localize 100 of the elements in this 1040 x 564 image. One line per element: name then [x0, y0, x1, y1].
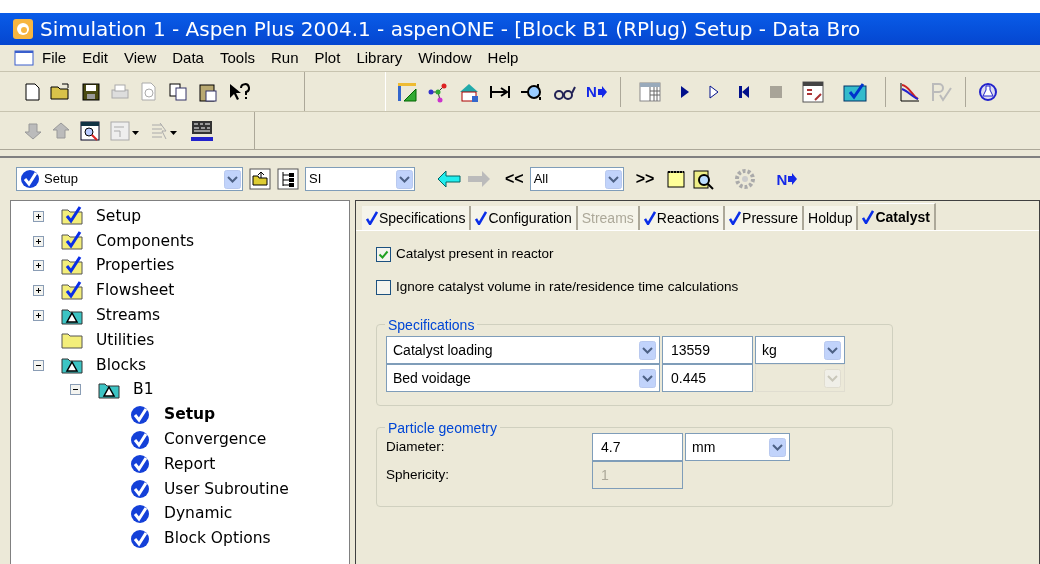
save-icon[interactable] — [82, 82, 100, 101]
expand-icon[interactable] — [33, 235, 44, 247]
expand-icon[interactable] — [33, 285, 44, 297]
plot-icon[interactable] — [898, 80, 921, 103]
dropdown-caret-icon[interactable] — [224, 169, 241, 189]
field-label: Sphericity: — [386, 465, 451, 484]
triangle-ruler-icon[interactable] — [396, 80, 418, 103]
tree-item[interactable]: Block Options — [163, 527, 272, 551]
run-icon[interactable] — [679, 84, 690, 99]
help-pointer-icon[interactable] — [228, 81, 250, 102]
open-folder-icon[interactable] — [50, 82, 72, 101]
dropdown-caret-icon[interactable] — [639, 340, 656, 360]
next-button[interactable]: N — [586, 84, 607, 99]
tree-item[interactable]: User Subroutine — [163, 477, 290, 501]
expand-icon[interactable] — [33, 260, 44, 272]
tree-item[interactable]: Convergence — [163, 427, 268, 452]
reinitialize-icon[interactable] — [737, 84, 750, 99]
option-dropdown[interactable]: Catalyst loading — [386, 336, 660, 364]
menu-item[interactable]: Tools — [211, 46, 263, 70]
layout-icon[interactable] — [110, 120, 140, 141]
arrow-icon — [596, 85, 607, 98]
unit-dropdown[interactable]: kg — [755, 336, 845, 364]
menu-item[interactable]: Run — [263, 46, 307, 70]
check-circle-icon — [129, 403, 151, 426]
check-circle-icon — [129, 428, 151, 451]
table-icon[interactable] — [638, 81, 661, 102]
check-circle-icon — [20, 169, 40, 189]
check-folder-icon — [61, 279, 83, 302]
input-field[interactable]: 13559 — [662, 336, 753, 364]
tab[interactable]: Specifications — [362, 206, 472, 230]
tree-view-icon[interactable] — [277, 168, 299, 190]
tab[interactable]: Catalyst — [858, 203, 936, 230]
dropdown-caret-icon[interactable] — [769, 437, 786, 457]
property-check-icon[interactable] — [929, 80, 952, 103]
checkbox-label: Ignore catalyst volume in rate/residence time calculations — [396, 277, 739, 296]
color-grid-icon[interactable] — [190, 119, 214, 142]
tree-item[interactable]: Streams — [95, 303, 162, 328]
menu-item[interactable]: Help — [479, 46, 527, 70]
expand-icon[interactable] — [33, 210, 44, 222]
check-folder-icon — [61, 230, 83, 253]
menu-item[interactable]: View — [116, 46, 165, 70]
menu-item[interactable]: Window — [410, 46, 480, 70]
checkbox[interactable] — [376, 246, 391, 262]
check-icon — [729, 211, 742, 225]
window-icon — [14, 50, 34, 66]
collapse-icon[interactable] — [70, 384, 81, 396]
step-icon[interactable] — [708, 84, 719, 99]
tab[interactable]: Pressure — [725, 206, 805, 230]
sort-icon[interactable] — [150, 120, 180, 141]
dropdown-caret-icon[interactable] — [604, 169, 622, 189]
new-document-icon[interactable] — [24, 82, 40, 101]
results-check-icon[interactable] — [842, 81, 867, 102]
next-form-button[interactable]: >> — [635, 167, 655, 191]
folder-dropdown[interactable]: Setup — [16, 167, 243, 191]
window-title: Simulation 1 - Aspen Plus 2004.1 - aspenONE - [Block B1 (RPlug) Setup - Data Bro — [40, 19, 861, 39]
menu-item[interactable]: Plot — [306, 46, 349, 70]
next-button[interactable]: N — [776, 171, 798, 187]
input-field[interactable]: 0.445 — [662, 364, 753, 392]
tree-item[interactable]: B1 — [132, 378, 155, 402]
copy-icon[interactable] — [168, 82, 188, 101]
tree-item[interactable]: Setup — [95, 204, 143, 228]
collapse-icon[interactable] — [33, 359, 44, 371]
menu-item[interactable]: Data — [164, 46, 212, 70]
units-dropdown[interactable]: SI — [305, 167, 415, 191]
filter-dropdown[interactable]: All — [529, 167, 624, 191]
tree-item[interactable]: Dynamic — [163, 502, 234, 526]
previous-button[interactable]: << — [505, 167, 524, 191]
menu-item[interactable]: Library — [348, 46, 411, 70]
dropdown-caret-icon[interactable] — [396, 169, 413, 189]
check-circle-icon — [129, 478, 151, 501]
check-icon — [643, 211, 656, 225]
dropdown-caret-icon[interactable] — [639, 368, 656, 388]
folder-up-icon[interactable] — [249, 168, 271, 190]
input-field: 1 — [592, 461, 683, 489]
menu-item[interactable]: Edit — [74, 46, 117, 70]
tab[interactable]: Configuration — [471, 206, 578, 230]
dropdown-caret-icon — [824, 368, 841, 388]
flask-icon[interactable] — [978, 80, 997, 103]
paste-icon[interactable] — [198, 81, 218, 102]
back-arrow-icon[interactable] — [437, 170, 461, 188]
tree-item[interactable]: Setup — [163, 403, 217, 427]
tree-item[interactable]: Properties — [95, 254, 176, 278]
tree-item[interactable]: Blocks — [95, 353, 147, 377]
tree-item[interactable]: Report — [163, 452, 217, 476]
note-icon[interactable] — [666, 169, 687, 189]
unit-dropdown[interactable]: mm — [685, 433, 790, 461]
control-panel-icon[interactable] — [801, 80, 824, 103]
tab[interactable]: Reactions — [639, 206, 726, 230]
dropdown-caret-icon[interactable] — [824, 340, 841, 360]
tree-item[interactable]: Utilities — [95, 328, 156, 352]
menu-item[interactable]: File — [34, 46, 75, 70]
check-circle-icon — [129, 453, 151, 476]
tree-item[interactable]: Flowsheet — [95, 279, 176, 303]
find-icon[interactable] — [80, 120, 100, 141]
tree-item[interactable]: Components — [95, 229, 196, 253]
tab[interactable]: Holdup — [804, 206, 859, 230]
expand-icon[interactable] — [33, 310, 44, 322]
input-field[interactable]: 4.7 — [592, 433, 683, 461]
option-dropdown[interactable]: Bed voidage — [386, 364, 660, 392]
checkbox[interactable] — [376, 279, 391, 295]
